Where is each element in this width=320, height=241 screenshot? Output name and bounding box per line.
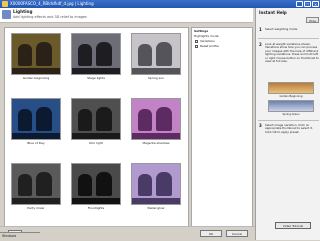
step-text: Select image variation. Click on appropr… bbox=[265, 123, 313, 134]
effect-preview-image bbox=[11, 98, 61, 140]
effect-preview-image bbox=[11, 33, 61, 75]
effects-grid: Golden beginning Stage lights Spring sun… bbox=[4, 27, 189, 227]
effect-label: Magenta shadows bbox=[142, 141, 170, 145]
effect-thumbnail[interactable]: Floodlights bbox=[71, 163, 121, 215]
effect-thumbnail[interactable]: Spring sun bbox=[131, 33, 181, 85]
effect-label: Pastel glow bbox=[147, 206, 165, 210]
hide-help-button[interactable]: Hide bbox=[306, 17, 319, 23]
example-thumbnail bbox=[268, 82, 314, 94]
step-text: Select weighting mode. bbox=[265, 27, 298, 31]
divider bbox=[258, 38, 319, 39]
effect-preview-image bbox=[131, 98, 181, 140]
app-icon bbox=[2, 1, 8, 7]
window-title-bar: X0000FASCO_4_RBldsfkdf_d.jpg | Lighting … bbox=[0, 0, 320, 8]
effect-label: Dim light bbox=[89, 141, 103, 145]
taskbar-label: Windows bbox=[2, 234, 17, 238]
effect-thumbnail[interactable]: Dim light bbox=[71, 98, 121, 150]
effect-label: Blue of Day bbox=[27, 141, 45, 145]
effect-thumbnail[interactable]: Pastel glow bbox=[131, 163, 181, 215]
effect-label: Stage lights bbox=[87, 76, 105, 80]
effect-thumbnail[interactable]: Stage lights bbox=[71, 33, 121, 85]
cancel-button[interactable]: Cancel bbox=[226, 230, 248, 237]
maximize-button[interactable]: □ bbox=[304, 1, 311, 7]
effect-preview-image bbox=[71, 163, 121, 205]
effect-preview-image bbox=[71, 98, 121, 140]
effect-thumbnail[interactable]: Magenta shadows bbox=[131, 98, 181, 150]
effect-preview-image bbox=[131, 33, 181, 75]
dialog-header: Lighting Add lighting effects and 3D rel… bbox=[0, 8, 253, 23]
close-button[interactable]: × bbox=[312, 1, 319, 7]
effect-label: Floodlights bbox=[87, 206, 105, 210]
effect-thumbnail[interactable]: Party mixer bbox=[11, 163, 61, 215]
step-number: 2 bbox=[259, 42, 262, 47]
effect-label: Golden beginning bbox=[22, 76, 50, 80]
example-caption: Spring Green bbox=[282, 113, 300, 116]
highlights-mode-label: Highlights mode bbox=[194, 34, 219, 38]
step-number: 3 bbox=[259, 123, 262, 128]
effect-thumbnail[interactable]: Blue of Day bbox=[11, 98, 61, 150]
effect-preview-image bbox=[71, 33, 121, 75]
instant-help-panel: Instant Help Hide 1 Select weighting mod… bbox=[255, 8, 320, 240]
variations-radio[interactable] bbox=[195, 40, 198, 43]
dialog-subtitle: Add lighting effects and 3D relief to im… bbox=[13, 15, 87, 19]
example-thumbnail bbox=[268, 100, 314, 112]
settings-heading: Settings bbox=[194, 29, 209, 33]
dialog-title: Lighting bbox=[13, 9, 33, 14]
settings-panel: Settings Highlights mode Variations Reli… bbox=[191, 27, 253, 227]
variations-label: Variations bbox=[200, 39, 215, 43]
effect-preview-image bbox=[131, 163, 181, 205]
effect-preview-image bbox=[11, 163, 61, 205]
window-title: X0000FASCO_4_RBldsfkdf_d.jpg | Lighting bbox=[10, 1, 94, 6]
example-caption: Golden Beginning bbox=[279, 95, 303, 98]
effect-label: Spring sun bbox=[147, 76, 164, 80]
lighting-icon bbox=[2, 10, 11, 19]
divider bbox=[258, 120, 319, 121]
ok-button[interactable]: OK bbox=[200, 230, 222, 237]
minimize-button[interactable]: _ bbox=[296, 1, 303, 7]
step-text: Look at weight variations shown. Variati… bbox=[265, 42, 319, 64]
relief-profile-label: Relief profile bbox=[200, 44, 219, 48]
effect-thumbnail[interactable]: Golden beginning bbox=[11, 33, 61, 85]
relief-profile-checkbox[interactable] bbox=[195, 45, 198, 48]
step-number: 1 bbox=[259, 27, 262, 32]
help-title: Instant Help bbox=[259, 10, 287, 15]
effect-label: Party mixer bbox=[27, 206, 45, 210]
video-tutorial-button[interactable]: Video Tutorial bbox=[275, 222, 311, 229]
